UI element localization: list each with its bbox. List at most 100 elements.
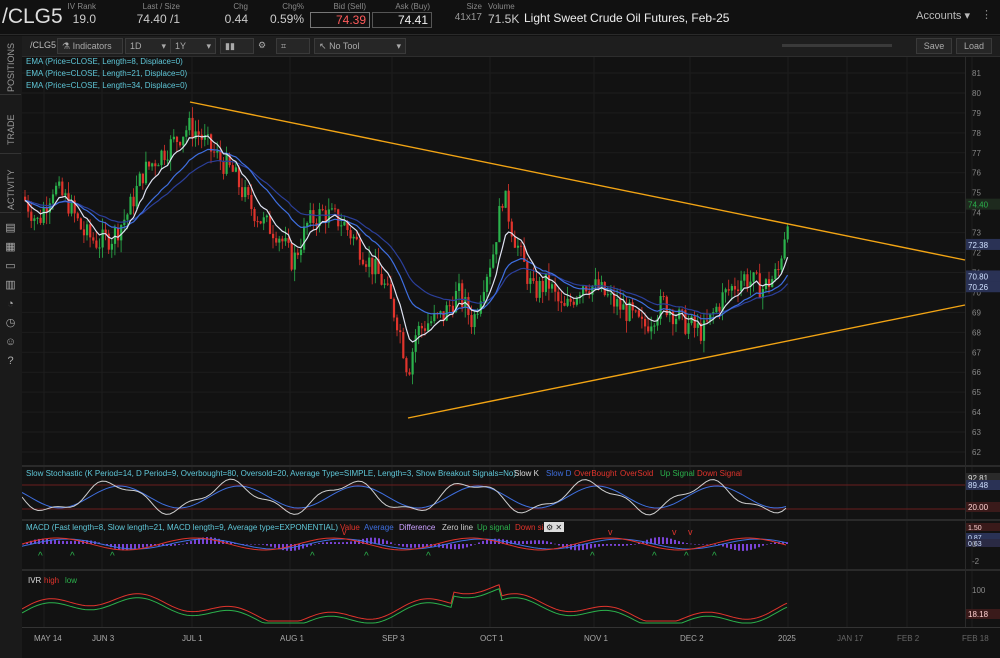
ask-price[interactable]: Ask (Buy) 74.41 bbox=[372, 2, 432, 28]
chart-icon[interactable]: ▥ bbox=[4, 279, 17, 291]
macd-histogram-bar bbox=[598, 544, 600, 547]
help-icon[interactable]: ? bbox=[4, 355, 17, 367]
macd-histogram-bar bbox=[690, 543, 692, 545]
tab-positions[interactable]: POSITIONS bbox=[0, 36, 21, 95]
last-size: Last / Size 74.40 /1 bbox=[136, 2, 180, 26]
bid-price[interactable]: Bid (Sell) 74.39 bbox=[310, 2, 370, 28]
macd-histogram-bar bbox=[262, 544, 264, 545]
macd-histogram-bar bbox=[474, 544, 476, 545]
candle-body bbox=[495, 242, 498, 255]
candle-body bbox=[380, 273, 383, 285]
price-tick: 69 bbox=[972, 308, 981, 317]
clock-icon[interactable]: ◷ bbox=[4, 317, 17, 329]
drawing-icon: ⌗ bbox=[281, 41, 287, 51]
candle-body bbox=[306, 222, 309, 227]
macd-histogram-bar bbox=[466, 544, 468, 548]
macd-title: MACD (Fast length=8, Slow length=21, MAC… bbox=[26, 523, 338, 532]
price-tick: 66 bbox=[972, 368, 981, 377]
up-signal-arrow: ^ bbox=[364, 551, 369, 562]
zoom-slider[interactable] bbox=[782, 44, 892, 47]
accounts-menu[interactable]: Accounts ▾ bbox=[916, 9, 970, 22]
macd-histogram-bar bbox=[742, 544, 744, 551]
candle-body bbox=[144, 161, 148, 184]
macd-histogram-bar bbox=[526, 540, 528, 544]
stochastic-legend: Slow K Slow D OverBought OverSold Up Sig… bbox=[514, 469, 742, 478]
macd-histogram-bar bbox=[378, 538, 380, 544]
symbol-title[interactable]: /CLG5 bbox=[2, 5, 63, 29]
price-tick: 81 bbox=[972, 69, 981, 78]
chart-type-select[interactable]: ▮▮ bbox=[220, 38, 254, 54]
down-signal-arrow: v bbox=[672, 527, 677, 537]
candle-body bbox=[498, 205, 501, 243]
price-tick: 64 bbox=[972, 408, 981, 417]
macd-histogram-bar bbox=[70, 541, 72, 544]
tab-trade[interactable]: TRADE bbox=[0, 95, 21, 154]
range-select[interactable]: 1Y ▾ bbox=[170, 38, 216, 54]
candle-body bbox=[253, 209, 256, 222]
candle-body bbox=[58, 181, 61, 186]
ivr-tick: 100 bbox=[972, 586, 986, 595]
macd-histogram-bar bbox=[274, 544, 276, 548]
grid-icon[interactable]: ⋮ bbox=[981, 8, 992, 21]
save-button[interactable]: Save bbox=[916, 38, 952, 54]
candle-body bbox=[191, 117, 194, 139]
indicators-button[interactable]: ⚗ Indicators bbox=[57, 38, 123, 54]
macd-histogram-bar bbox=[734, 544, 736, 551]
chart-area[interactable]: 92.8189.4820.00 ^ ^ ^ ^ ^ ^ ^ ^ ^ ^v v v v 1.500.870.… bbox=[22, 57, 1000, 658]
macd-histogram-bar bbox=[530, 540, 532, 544]
candle-body bbox=[777, 269, 780, 271]
gear-icon[interactable]: ⚙ bbox=[254, 38, 270, 52]
price-badge-label: 74.40 bbox=[968, 201, 989, 210]
macd-tick: -2 bbox=[972, 557, 980, 566]
people-icon[interactable]: ☺ bbox=[4, 336, 17, 348]
aggregation-select[interactable]: 1D ▾ bbox=[125, 38, 171, 54]
candle-body bbox=[737, 289, 740, 292]
price-tick: 74 bbox=[972, 209, 981, 218]
candle-body bbox=[718, 306, 721, 312]
legend-slowk: Slow K bbox=[514, 469, 540, 478]
candle-body bbox=[312, 210, 315, 224]
candle-body bbox=[706, 320, 709, 322]
macd-histogram-bar bbox=[394, 543, 396, 545]
candle-body bbox=[24, 196, 27, 201]
legend-ivr-low: low bbox=[65, 576, 77, 585]
macd-histogram-bar bbox=[726, 544, 728, 548]
candle-body bbox=[650, 326, 653, 332]
candle-body bbox=[653, 325, 656, 327]
candle-body bbox=[563, 302, 566, 306]
candle-body bbox=[547, 273, 551, 289]
macd-histogram-bar bbox=[630, 544, 632, 546]
price-tick: 77 bbox=[972, 149, 981, 158]
load-button[interactable]: Load bbox=[956, 38, 992, 54]
candle-body bbox=[625, 304, 628, 321]
candle-body bbox=[358, 239, 361, 260]
monitor-icon[interactable]: ▤ bbox=[4, 222, 17, 234]
time-tick: SEP 3 bbox=[382, 634, 405, 643]
tool-select[interactable]: ↖ No Tool ▾ bbox=[314, 38, 406, 54]
up-signal-arrow: ^ bbox=[426, 551, 431, 562]
gauge-icon[interactable]: ◔ bbox=[4, 298, 17, 310]
candle-body bbox=[399, 330, 402, 333]
chevron-down-icon: ▾ bbox=[396, 41, 401, 51]
toolbar-symbol[interactable]: /CLG5 bbox=[26, 38, 60, 52]
candle-body bbox=[594, 279, 597, 286]
macd-histogram-bar bbox=[194, 539, 196, 544]
candle-body bbox=[541, 280, 544, 292]
macd-histogram-bar bbox=[406, 544, 408, 548]
macd-histogram-bar bbox=[602, 544, 604, 547]
macd-histogram-bar bbox=[486, 539, 488, 544]
candles-icon: ▮▮ bbox=[225, 41, 235, 51]
drawing-select[interactable]: ⌗ bbox=[276, 38, 310, 54]
calculator-icon[interactable]: ▦ bbox=[4, 241, 17, 253]
candle-body bbox=[241, 187, 244, 198]
candle-body bbox=[386, 283, 389, 285]
macd-histogram-bar bbox=[182, 543, 184, 545]
folder-icon[interactable]: ▭ bbox=[4, 260, 17, 272]
tab-activity[interactable]: ACTIVITY bbox=[0, 154, 21, 213]
time-tick: DEC 2 bbox=[680, 634, 704, 643]
macd-histogram-bar bbox=[342, 542, 344, 544]
candle-body bbox=[516, 245, 520, 248]
candle-body bbox=[489, 267, 492, 277]
legend-zero-line: Zero line bbox=[442, 523, 474, 532]
change-percent: Chg% 0.59% bbox=[269, 2, 304, 26]
